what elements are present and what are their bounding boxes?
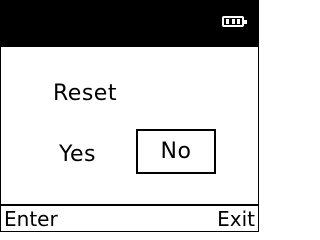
enter-softkey[interactable]: Enter	[4, 207, 58, 231]
option-no-label: No	[160, 139, 192, 164]
option-yes[interactable]: Yes	[59, 142, 96, 167]
device-screen: Reset Yes No Enter Exit	[0, 0, 259, 232]
softkey-divider	[1, 204, 258, 206]
battery-full-icon	[222, 16, 247, 27]
exit-softkey[interactable]: Exit	[217, 207, 255, 231]
option-no-selected[interactable]: No	[136, 129, 216, 174]
status-bar	[1, 1, 258, 47]
reset-title: Reset	[53, 81, 117, 106]
